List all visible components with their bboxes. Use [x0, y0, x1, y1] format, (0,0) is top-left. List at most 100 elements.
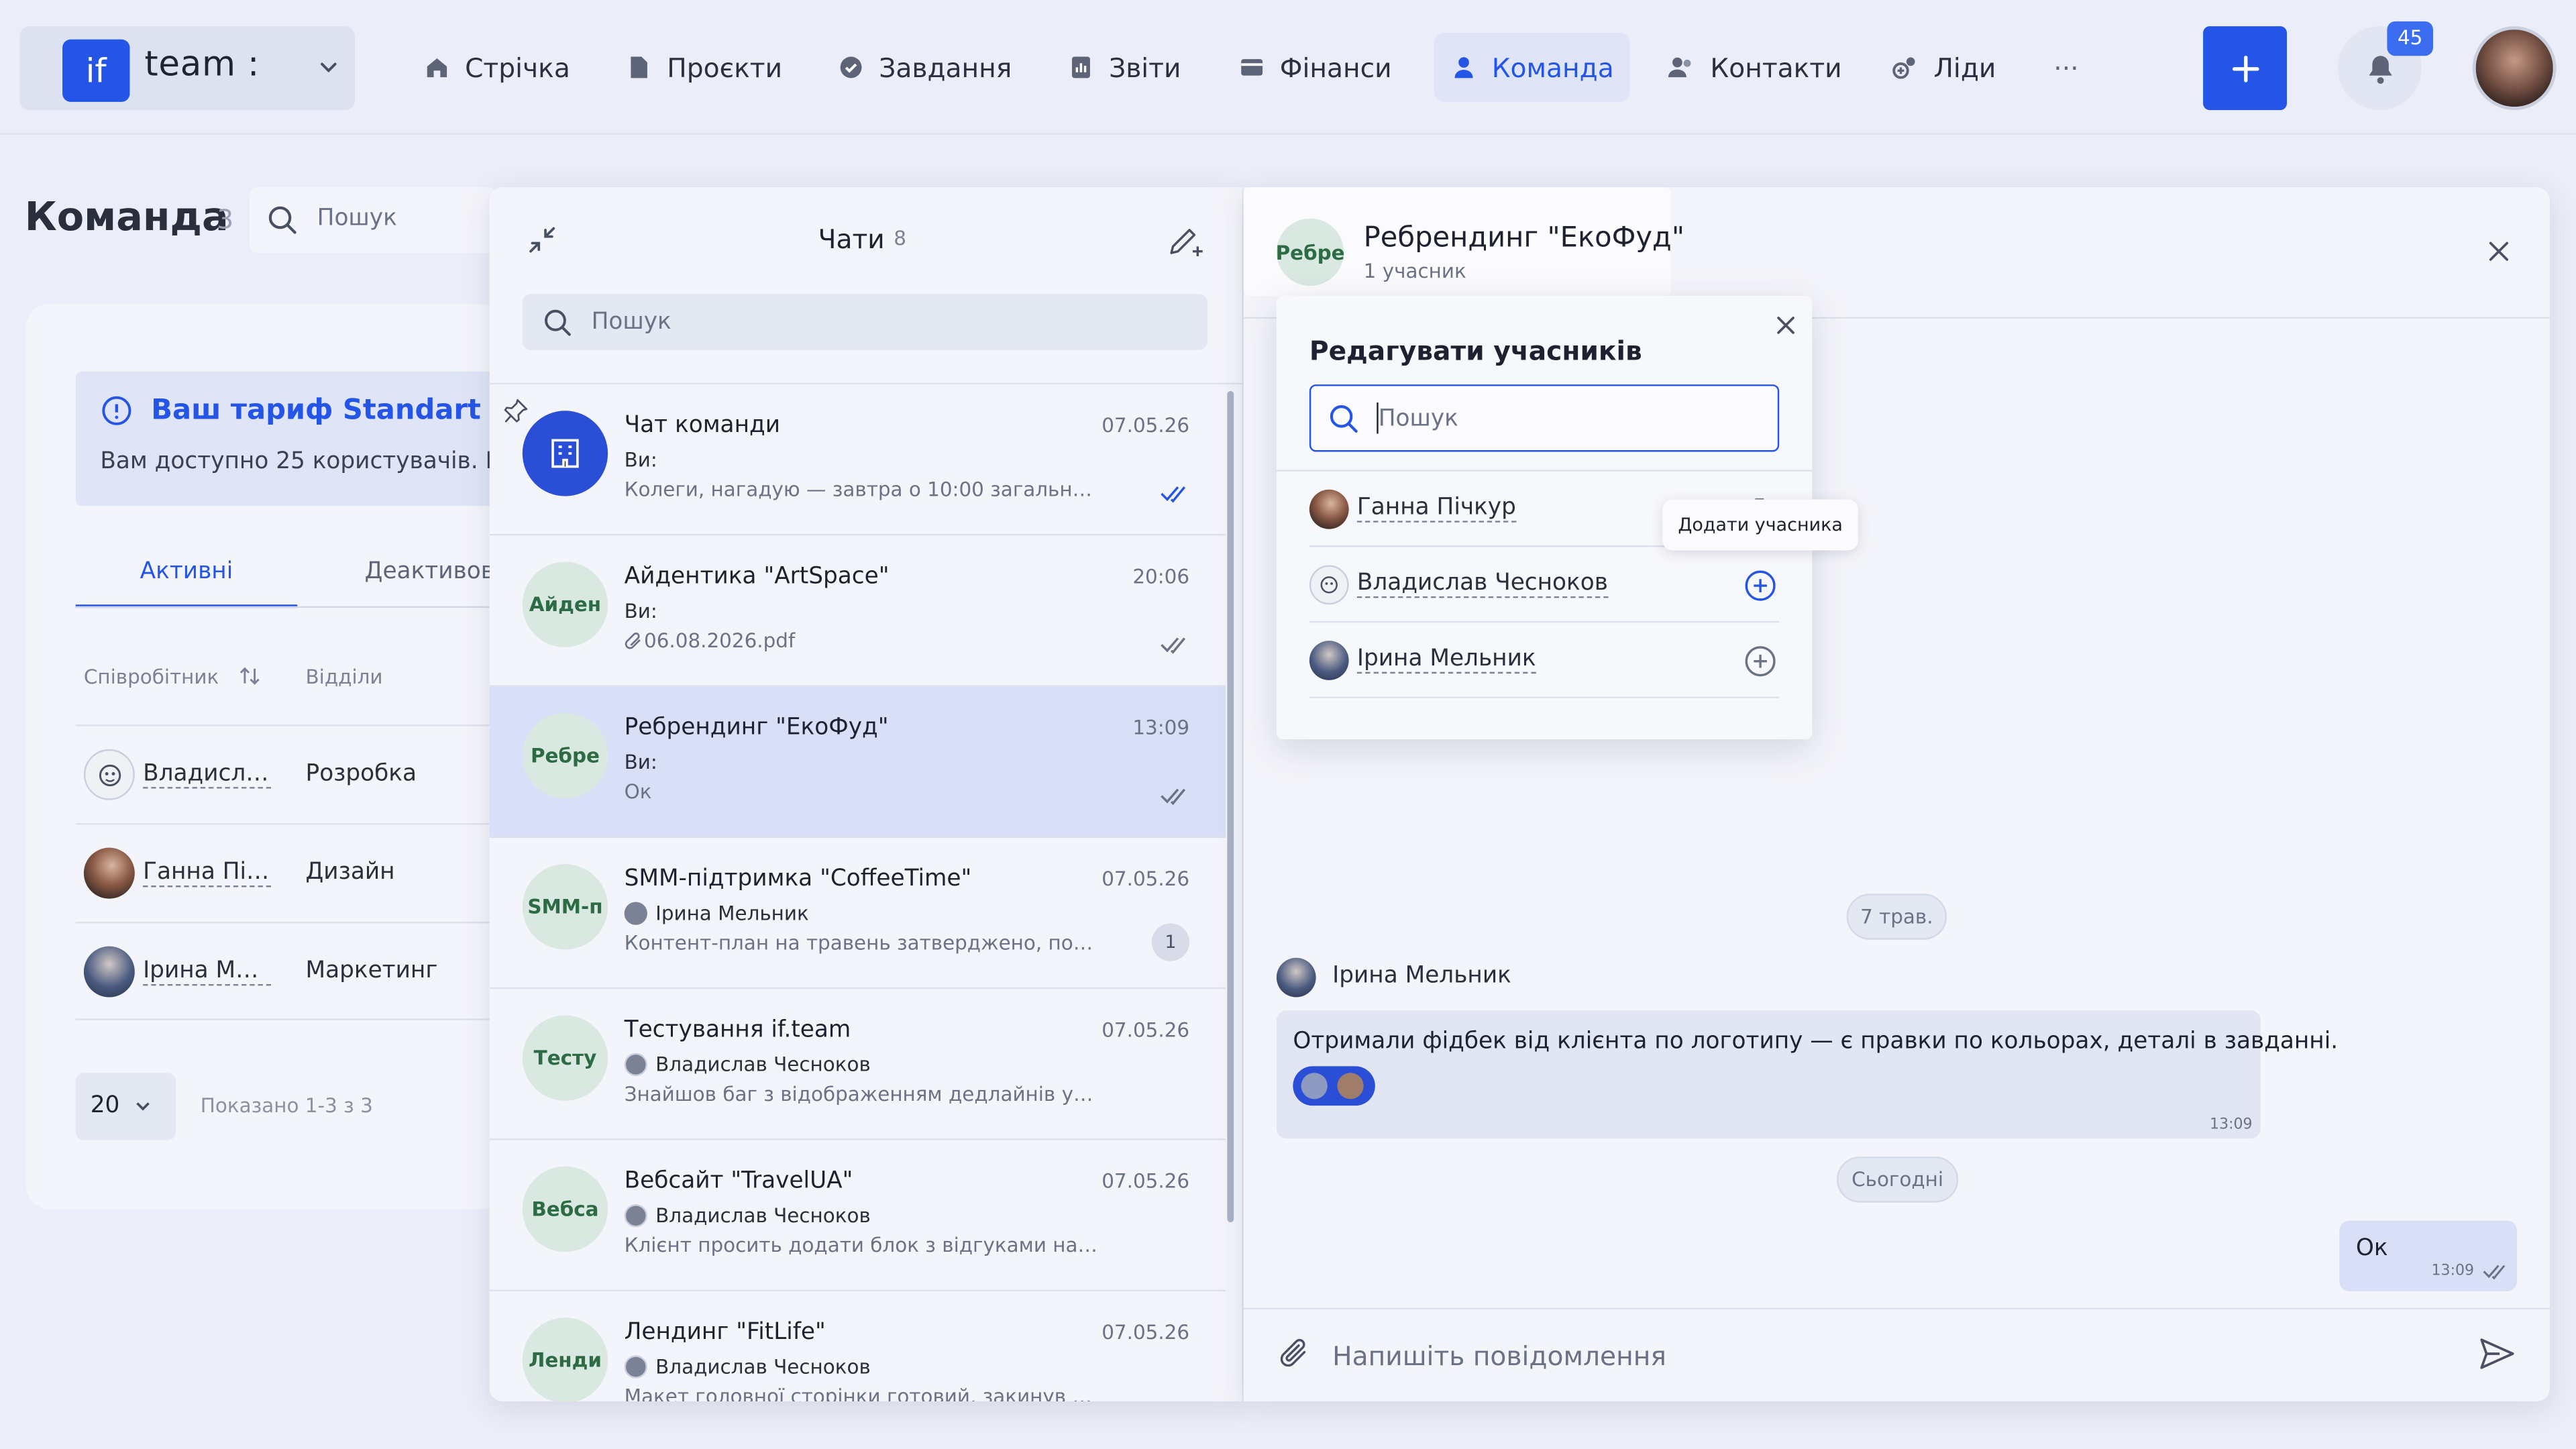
brand-name: team : [144, 44, 260, 84]
chat-list-item[interactable]: Тесту Тестування if.team 07.05.26 Владис… [489, 989, 1226, 1140]
send-icon[interactable] [2477, 1336, 2517, 1372]
participant-name-link[interactable]: Ірина Мельник [1356, 645, 1536, 674]
nav-item-projects[interactable]: Проєкти [610, 33, 799, 102]
info-icon [100, 394, 133, 427]
tab-active-members[interactable]: Активні [75, 555, 298, 608]
team-search-input[interactable]: Пошук [250, 187, 496, 254]
chat-list-item[interactable]: Айден Айдентика "ArtSpace" 20:06 Ви: 06.… [489, 535, 1226, 687]
participant-name-link[interactable]: Владислав Чесноков [1356, 570, 1608, 598]
nav-item-tasks[interactable]: Завдання [822, 33, 1028, 102]
date-separator: 7 трав. [1846, 894, 1947, 940]
chat-avatar: Тесту [522, 1015, 608, 1101]
attachment-name: 06.08.2026.pdf [644, 629, 796, 653]
chat-date: 07.05.26 [1102, 1169, 1190, 1193]
new-chat-icon[interactable] [1167, 223, 1206, 260]
participants-count[interactable]: 1 учасник [1364, 260, 1466, 282]
message-author-avatar [1276, 957, 1316, 998]
add-participant-icon[interactable] [1743, 644, 1777, 678]
avatar [1309, 641, 1349, 680]
nav-label: Проєкти [667, 52, 783, 83]
employee-department: Маркетинг [305, 957, 438, 984]
contacts-icon [1666, 54, 1695, 80]
chat-avatar: Ленди [522, 1318, 608, 1401]
chat-last-message: Макет головної сторінки готовий, закинув… [624, 1385, 1097, 1401]
chat-last-message: Контент-план на травень затверджено, поч… [624, 931, 1097, 955]
chat-header[interactable]: Ребре Ребрендинг "ЕкоФуд" 1 учасник [1243, 187, 1684, 296]
nav-item-reports[interactable]: Звіти [1051, 33, 1197, 102]
chat-sender: Ірина Мельник [624, 902, 809, 925]
wallet-icon [1239, 54, 1265, 80]
sender-avatar [624, 1204, 647, 1228]
participant-name-link[interactable]: Ганна Пічкур [1356, 494, 1516, 523]
team-count: 3 [217, 203, 234, 235]
plan-banner [75, 371, 503, 506]
date-separator: Сьогодні [1836, 1157, 1959, 1203]
sort-icon[interactable] [238, 665, 261, 687]
nav-label: Команда [1491, 52, 1614, 83]
nav-label: Контакти [1710, 52, 1842, 83]
report-icon [1068, 54, 1094, 80]
add-button[interactable] [2203, 26, 2288, 111]
nav-item-contacts[interactable]: Контакти [1650, 33, 1858, 102]
chat-date: 20:06 [1132, 565, 1190, 588]
chat-date: 07.05.26 [1102, 1320, 1190, 1344]
attach-icon[interactable] [1277, 1336, 1313, 1372]
chevron-down-icon [133, 1095, 152, 1115]
close-icon[interactable] [1774, 314, 1797, 337]
chat-list-scrollbar[interactable] [1227, 390, 1234, 1223]
chat-date: 07.05.26 [1102, 867, 1190, 891]
table-row[interactable]: Ганна Пічкур Дизайн [75, 822, 503, 922]
table-row[interactable]: Владислав Чесноков Розробка [75, 724, 503, 823]
double-check-icon [1160, 483, 1189, 503]
column-header-departments: Відділи [305, 665, 383, 689]
column-header-employee[interactable]: Співробітник [84, 665, 262, 688]
sender-name: Владислав Чесноков [655, 1053, 871, 1077]
sender-name: Владислав Чесноков [655, 1355, 871, 1379]
chat-avatar: Вебса [522, 1166, 608, 1252]
search-placeholder: Пошук [591, 309, 672, 335]
participant-search-input[interactable]: Пошук [1309, 384, 1780, 452]
chat-list-item[interactable]: Чат команди 07.05.26 Ви: Колеги, нагадую… [489, 384, 1226, 536]
message-input[interactable]: Напишіть повідомлення [1332, 1340, 1666, 1372]
add-participant-icon[interactable] [1743, 568, 1777, 602]
add-participant-tooltip: Додати учасника [1662, 499, 1858, 551]
user-avatar[interactable] [2472, 26, 2557, 111]
composer-divider [1243, 1307, 2550, 1309]
bell-icon [2368, 55, 2392, 83]
chat-list-item[interactable]: Вебса Вебсайт "TravelUA" 07.05.26 Владис… [489, 1140, 1226, 1291]
employee-name-link[interactable]: Ірина Мельник [143, 958, 272, 986]
pagination-info: Показано 1-3 з 3 [200, 1094, 373, 1118]
nav-item-finance[interactable]: Фінанси [1222, 33, 1408, 102]
close-icon[interactable] [2485, 238, 2512, 264]
chat-last-message: 06.08.2026.pdf [625, 629, 1097, 652]
nav-item-team[interactable]: Команда [1434, 32, 1631, 102]
nav-item-feed[interactable]: Стрічка [407, 33, 586, 102]
chat-list-item[interactable]: SMM-п SMM-підтримка "CoffeeTime" 07.05.2… [489, 838, 1226, 989]
avatar [1309, 565, 1349, 605]
sender-name: Ірина Мельник [655, 902, 809, 925]
employee-name-link[interactable]: Ганна Пічкур [143, 859, 272, 888]
chat-list-item-selected[interactable]: Ребре Ребрендинг "ЕкоФуд" 13:09 Ви: Ок [489, 686, 1226, 838]
table-row[interactable]: Ірина Мельник Маркетинг [75, 921, 503, 1020]
nav-label: Ліди [1933, 52, 1996, 83]
collapse-icon[interactable] [526, 223, 559, 256]
employee-name-link[interactable]: Владислав Чесноков [143, 761, 272, 789]
chat-search-input[interactable]: Пошук [522, 294, 1208, 350]
unread-count-badge: 1 [1151, 923, 1190, 961]
chat-list-item[interactable]: Ленди Лендинг "FitLife" 07.05.26 Владисл… [490, 1291, 1226, 1401]
participant-row: Владислав Чесноков [1309, 547, 1780, 623]
avatar [83, 946, 135, 998]
message-bubble[interactable]: Отримали фідбек від клієнта по логотипу … [1276, 1010, 2338, 1139]
tab-deactivated-members[interactable]: Деактивова [365, 559, 508, 585]
nav-label: Фінанси [1279, 52, 1392, 83]
pin-icon[interactable] [502, 398, 529, 424]
per-page-select[interactable]: 20 [75, 1073, 176, 1140]
message-reactions[interactable] [1293, 1066, 1375, 1106]
check-circle-icon [838, 54, 864, 80]
my-message-bubble[interactable]: Ок 13:09 [2339, 1220, 2517, 1291]
chat-date: 07.05.26 [1102, 414, 1190, 437]
chat-title: Айдентика "ArtSpace" [624, 564, 890, 590]
nav-item-leads[interactable]: Ліди [1874, 33, 2012, 102]
more-menu-button[interactable]: ··· [2037, 33, 2095, 102]
workspace-switcher[interactable]: if team : [19, 26, 355, 111]
